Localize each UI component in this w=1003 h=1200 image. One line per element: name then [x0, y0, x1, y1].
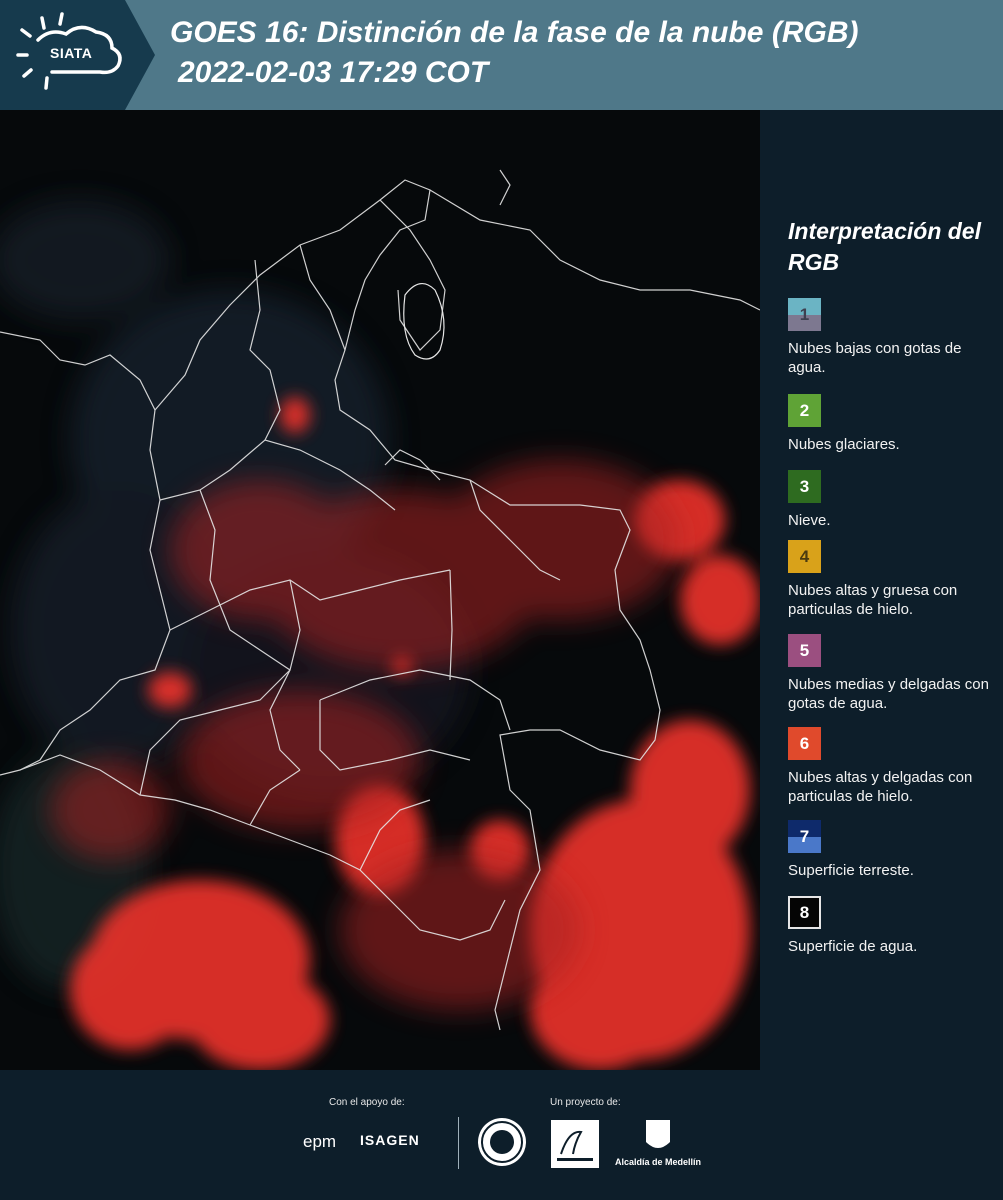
alcaldia-logo: Alcaldía de Medellín [612, 1118, 704, 1168]
legend-label-7: Superficie terreste. [788, 862, 914, 879]
area-metropolitana-logo [551, 1120, 599, 1168]
legend-number-3: 3 [799, 476, 810, 496]
alcaldia-shield-icon [646, 1120, 670, 1148]
legend-number-8: 8 [799, 902, 810, 922]
legend-title: Interpretación del RGB [788, 218, 981, 275]
legend-label-5: Nubes medias y delgadas con gotas de agu… [788, 676, 989, 712]
seal-logo [478, 1118, 526, 1166]
legend-label-1: Nubes bajas con gotas de agua. [788, 340, 962, 376]
legend-item-5: 5 Nubes medias y delgadas con gotas de a… [788, 634, 1003, 713]
logo-text: SIATA [50, 45, 93, 61]
legend-item-2: 2 Nubes glaciares. [788, 394, 1003, 454]
legend-item-4: 4 Nubes altas y gruesa con particulas de… [788, 540, 1003, 619]
legend-swatch-5: 5 [788, 634, 821, 667]
siata-logo: SIATA [0, 0, 155, 110]
footer-divider [458, 1117, 459, 1169]
support-label: Con el apoyo de: [329, 1097, 405, 1108]
alcaldia-text: Alcaldía de Medellín [614, 1157, 702, 1167]
legend-number-7: 7 [799, 826, 810, 846]
legend-swatch-7: 7 [788, 820, 821, 853]
legend-swatch-4: 4 [788, 540, 821, 573]
isagen-logo: ISAGEN [360, 1132, 420, 1148]
legend-item-3: 3 Nieve. [788, 470, 1003, 530]
legend-label-2: Nubes glaciares. [788, 436, 900, 453]
legend-label-6: Nubes altas y delgadas con particulas de… [788, 769, 973, 805]
legend-number-2: 2 [799, 400, 810, 420]
legend-panel: Interpretación del RGB 1 Nubes bajas con… [760, 110, 1003, 1070]
legend-number-6: 6 [799, 733, 810, 753]
project-label: Un proyecto de: [550, 1097, 621, 1108]
legend-swatch-8: 8 [788, 896, 821, 929]
epm-logo: epm [303, 1132, 337, 1151]
legend-item-1: 1 Nubes bajas con gotas de agua. [788, 298, 1003, 377]
legend-label-3: Nieve. [788, 512, 831, 529]
satellite-map [0, 110, 760, 1070]
header-bar: SIATA GOES 16: Distinción de la fase de … [0, 0, 1003, 110]
legend-number-5: 5 [799, 640, 810, 660]
legend-swatch-2: 2 [788, 394, 821, 427]
legend-label-4: Nubes altas y gruesa con particulas de h… [788, 582, 958, 618]
page-subtitle: 2022-02-03 17:29 COT [178, 56, 489, 89]
legend-swatch-3: 3 [788, 470, 821, 503]
legend-number-1: 1 [799, 304, 810, 324]
legend-label-8: Superficie de agua. [788, 938, 918, 955]
legend-swatch-1: 1 [788, 298, 821, 331]
footer: Con el apoyo de: Un proyecto de: epm ISA… [0, 1070, 1003, 1200]
page-title: GOES 16: Distinción de la fase de la nub… [170, 16, 859, 49]
legend-swatch-6: 6 [788, 727, 821, 760]
legend-number-4: 4 [799, 546, 810, 566]
legend-item-7: 7 Superficie terreste. [788, 820, 1003, 880]
legend-item-6: 6 Nubes altas y delgadas con particulas … [788, 727, 1003, 806]
legend-item-8: 8 Superficie de agua. [788, 896, 1003, 956]
